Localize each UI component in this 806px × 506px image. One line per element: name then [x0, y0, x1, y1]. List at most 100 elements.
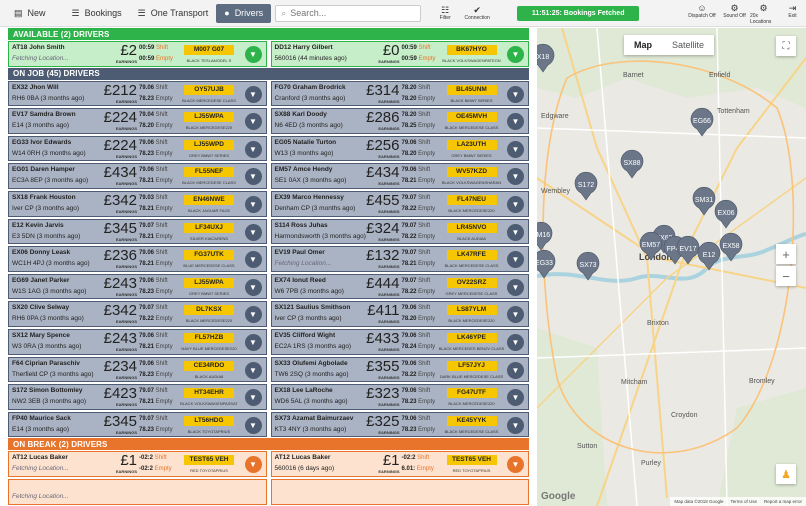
driver-map-pin[interactable]: SX73 [576, 251, 600, 281]
empty-time-value: 78.21 [401, 261, 417, 268]
driver-card[interactable]: SX33 Olufemi Agbolade TW6 2SQ (3 months a… [270, 356, 529, 383]
expand-button[interactable]: ▼ [507, 456, 524, 474]
expand-button[interactable]: ▼ [507, 223, 524, 241]
expand-button[interactable]: ▼ [507, 306, 524, 324]
expand-button[interactable]: ▼ [244, 456, 262, 474]
expand-button[interactable]: ▼ [244, 361, 262, 379]
empty-time-value: 78.23 [139, 288, 155, 295]
driver-card[interactable]: F64 Ciprian Paraschiv Therfield CP (3 mon… [8, 356, 267, 383]
expand-button[interactable]: ▼ [507, 113, 524, 131]
driver-card[interactable]: EG69 Janet Parker W1S 1AG (3 months ago) £… [8, 273, 267, 300]
expand-button[interactable]: ▼ [507, 195, 524, 213]
zoom-out-button[interactable]: − [776, 266, 796, 286]
terms-link[interactable]: Terms of Use [730, 499, 757, 504]
locations-button[interactable]: ⚙ 20x Locations [750, 3, 777, 25]
expand-button[interactable]: ▼ [507, 168, 524, 186]
sound-off-button[interactable]: ⚙ Sound Off [721, 3, 748, 25]
expand-button[interactable]: ▼ [507, 333, 524, 351]
driver-card[interactable]: EV19 Paul Omer Fetching Location... £132 EA… [270, 246, 529, 272]
driver-map-pin[interactable]: EM57 [639, 231, 663, 261]
driver-map-pin[interactable]: E12 [697, 241, 721, 271]
expand-button[interactable]: ▼ [244, 278, 262, 296]
driver-card[interactable]: EX74 Ionut Reed W6 7PB (3 months ago) £444… [270, 273, 529, 300]
driver-map-pin[interactable]: EX06 [714, 199, 738, 229]
driver-map-pin[interactable]: SM16 [537, 221, 553, 251]
zoom-in-button[interactable]: + [776, 244, 796, 264]
expand-button[interactable]: ▼ [507, 46, 524, 63]
pegman-button[interactable]: ♟ [776, 464, 796, 484]
driver-map-pin[interactable]: X18 [537, 43, 555, 73]
search-input[interactable] [290, 8, 411, 18]
driver-card[interactable]: EX32 Jhon Will RH6 0BA (3 months ago) £212… [8, 80, 267, 107]
map-tab[interactable]: Map [624, 35, 662, 55]
expand-button[interactable]: ▼ [507, 416, 524, 434]
driver-card[interactable]: SX121 Saulius Smithson Iver CP (3 months … [270, 301, 529, 327]
driver-card[interactable]: S114 Ross Juhas Harmondsworth (3 months a… [270, 218, 529, 245]
driver-card[interactable]: AT18 John Smith Fetching Location... £2 EAR… [8, 41, 267, 67]
expand-button[interactable]: ▼ [507, 85, 524, 103]
satellite-tab[interactable]: Satellite [662, 35, 714, 55]
exit-button[interactable]: ⇥ Exit [779, 3, 806, 25]
driver-card[interactable]: EV17 Samdra Brown E14 (3 months ago) £224 E… [8, 108, 267, 134]
driver-map-pin[interactable]: SM31 [692, 186, 716, 216]
driver-card[interactable]: Fetching Location... [8, 478, 267, 505]
expand-button[interactable]: ▼ [244, 416, 262, 434]
one-transport-button[interactable]: ☰ One Transport [130, 4, 217, 23]
driver-card[interactable]: EX39 Marco Hennessy Denham CP (3 months a… [270, 190, 529, 217]
driver-card[interactable]: EV35 Clifford Wight EC2A 1RS (3 months ag… [270, 328, 529, 355]
driver-card[interactable]: SX12 Mary Spence W3 0RA (3 months ago) £24… [8, 328, 267, 355]
drivers-button[interactable]: ● Drivers [216, 3, 272, 23]
driver-map-pin[interactable]: EV17 [676, 235, 700, 265]
driver-card[interactable]: EG05 Natalie Turton W13 (3 months ago) £25… [270, 135, 529, 162]
expand-button[interactable]: ▼ [244, 113, 262, 131]
expand-button[interactable]: ▼ [507, 389, 524, 407]
driver-card[interactable]: SX73 Azamat Baimurzaev KT3 4NY (3 months … [270, 411, 529, 438]
driver-card[interactable]: SX88 Karl Doody N6 4ED (3 months ago) £286… [270, 108, 529, 134]
driver-card[interactable]: SX20 Clive Selway RH6 0PA (3 months ago) £… [8, 301, 267, 327]
driver-card[interactable]: AT12 Lucas Baker 560016 (6 days ago) £1 EAR… [270, 451, 529, 477]
driver-card[interactable]: AT12 Lucas Baker Fetching Location... £1 EA… [8, 451, 267, 477]
expand-button[interactable]: ▼ [507, 278, 524, 296]
driver-card[interactable]: EG33 Ivor Edwards W14 0RH (3 months ago) £… [8, 135, 267, 162]
driver-map-pin[interactable]: S172 [574, 171, 598, 201]
filter-button[interactable]: ☷ Filter [431, 5, 459, 21]
expand-button[interactable]: ▼ [244, 306, 262, 324]
driver-card[interactable]: FG70 Graham Brodrick Cranford (3 months a… [270, 80, 529, 107]
driver-map-pin[interactable]: EG66 [690, 107, 714, 137]
expand-button[interactable]: ▼ [244, 223, 262, 241]
driver-card[interactable] [270, 478, 529, 505]
driver-card[interactable]: EM57 Amce Hendy SE1 0AX (3 months ago) £43… [270, 163, 529, 189]
expand-button[interactable]: ▼ [507, 140, 524, 158]
vehicle-description: BLACK MERCEDESE CLASS [444, 428, 499, 434]
driver-card[interactable]: S172 Simon Bottomley NW2 3EB (3 months ag… [8, 384, 267, 410]
expand-button[interactable]: ▼ [507, 251, 524, 269]
expand-button[interactable]: ▼ [244, 46, 262, 63]
driver-map-pin[interactable]: EG33 [537, 249, 556, 279]
expand-button[interactable]: ▼ [507, 361, 524, 379]
map[interactable]: Barnet Enfield Edgware Tottenham Wembley Lond… [537, 28, 806, 506]
driver-card[interactable]: SX18 Frank Houston Iver CP (3 months ago)… [8, 190, 267, 217]
expand-button[interactable]: ▼ [244, 140, 262, 158]
driver-card[interactable]: EX06 Donny Leask WC1H 4PJ (3 months ago) £… [8, 246, 267, 272]
expand-button[interactable]: ▼ [244, 389, 262, 407]
driver-map-pin[interactable]: SX88 [620, 149, 644, 179]
vehicle-description: BLACK MERCEDESE CLASS [444, 125, 499, 131]
driver-card[interactable]: EX18 Lee LaRoche WD6 5AL (3 months ago) £3… [270, 384, 529, 410]
bookings-button[interactable]: ☰ Bookings [64, 4, 130, 23]
expand-button[interactable]: ▼ [244, 333, 262, 351]
fullscreen-button[interactable]: ⛶ [776, 36, 796, 56]
driver-card[interactable]: DD12 Harry Gilbert 560016 (44 minutes ago… [270, 41, 529, 67]
driver-map-pin[interactable]: EX58 [719, 232, 743, 262]
driver-card[interactable]: E12 Kevin Jarvis E3 5DN (3 months ago) £34… [8, 218, 267, 245]
dispatch-off-button[interactable]: ☺ Dispatch Off [685, 3, 719, 25]
new-button[interactable]: ▤ New [6, 4, 54, 23]
plate-badge: TEST65 VEH [446, 455, 497, 466]
expand-button[interactable]: ▼ [244, 195, 262, 213]
driver-card[interactable]: FP40 Maurice Sack E14 (3 months ago) £345 E… [8, 411, 267, 438]
driver-card[interactable]: EG01 Daren Hamper EC3A 8EP (3 months ago)… [8, 163, 267, 189]
expand-button[interactable]: ▼ [244, 85, 262, 103]
expand-button[interactable]: ▼ [244, 251, 262, 269]
connection-indicator[interactable]: ✔ Connection [463, 5, 491, 21]
report-error-link[interactable]: Report a map error [764, 499, 802, 504]
expand-button[interactable]: ▼ [244, 168, 262, 186]
